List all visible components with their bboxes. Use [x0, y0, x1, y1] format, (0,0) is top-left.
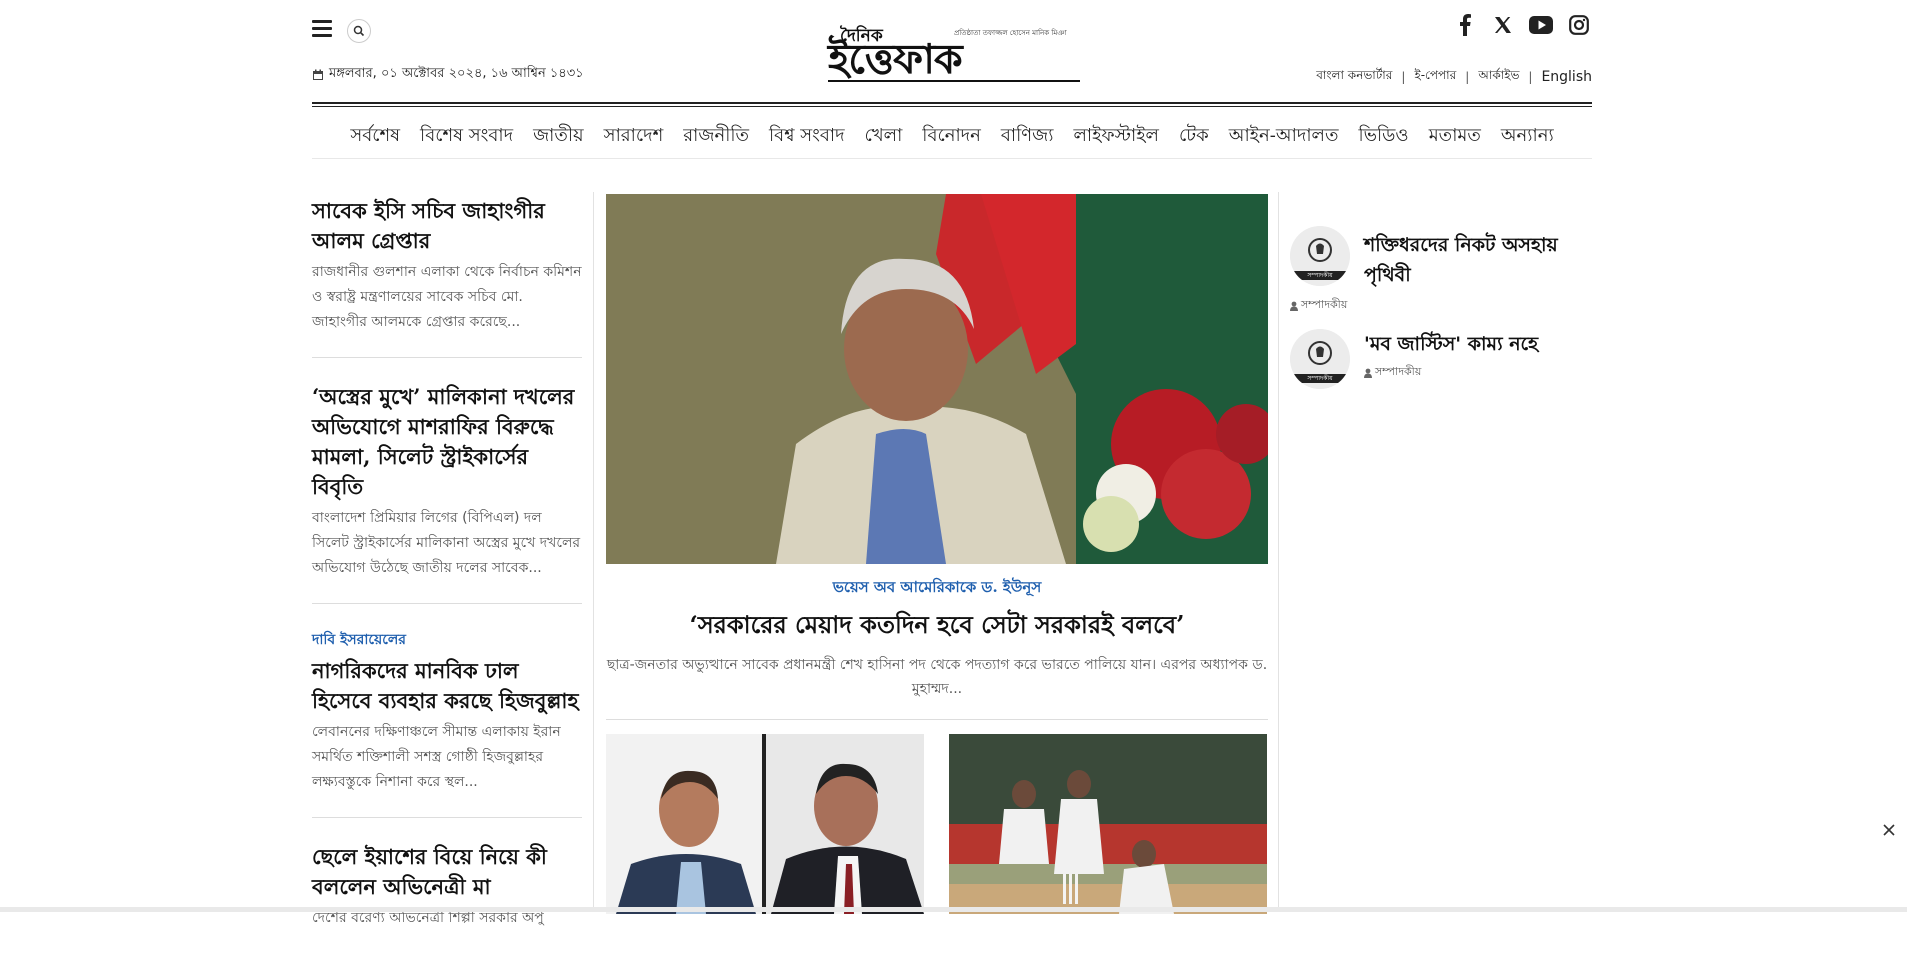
story-title[interactable]: ছেলে ইয়াশের বিয়ে নিয়ে কী বললেন অভিনেত… [312, 842, 582, 902]
opinion-item: সম্পাদকীয় শক্তিধরদের নিকট অসহায় পৃথিবী… [1290, 226, 1592, 315]
story-card: সাবেক ইসি সচিব জাহাংগীর আলম গ্রেপ্তার রা… [312, 196, 582, 358]
instagram-icon[interactable] [1566, 12, 1592, 38]
date-line: মঙ্গলবার, ০১ অক্টোবর ২০২৪, ১৬ আশ্বিন ১৪৩… [312, 64, 584, 85]
epaper-link[interactable]: ই-পেপার [1414, 67, 1456, 87]
divider: | [1465, 70, 1470, 84]
editorial-avatar[interactable]: সম্পাদকীয় [1290, 329, 1350, 389]
story-title[interactable]: সাবেক ইসি সচিব জাহাংগীর আলম গ্রেপ্তার [312, 196, 582, 256]
nav-item[interactable]: লাইফস্টাইল [1073, 121, 1158, 152]
opinion-byline: সম্পাদকীয় [1290, 296, 1592, 315]
story-summary: বাংলাদেশ প্রিমিয়ার লিগের (বিপিএল) দল সি… [312, 510, 581, 576]
menu-icon[interactable] [312, 20, 332, 38]
nav-item[interactable]: খেলা [865, 121, 903, 152]
bottom-ad-bar [0, 907, 1907, 912]
lead-kicker[interactable]: ভয়েস অব আমেরিকাকে ড. ইউনূস [606, 576, 1268, 601]
opinion-byline: সম্পাদকীয় [1364, 363, 1538, 382]
nav-item[interactable]: অন্যান্য [1501, 121, 1554, 152]
x-icon[interactable] [1490, 12, 1516, 38]
story-thumbnail[interactable] [949, 734, 1267, 914]
story-kicker[interactable]: দাবি ইসরায়েলের [312, 628, 582, 652]
column-divider [1278, 192, 1279, 912]
nav-item[interactable]: জাতীয় [533, 121, 584, 152]
story-summary: লেবাননের দক্ষিণাঞ্চলে সীমান্ত এলাকায় ইর… [312, 724, 561, 790]
close-icon[interactable] [1879, 820, 1899, 840]
byline-text: সম্পাদকীয় [1301, 298, 1348, 311]
divider: | [1401, 70, 1406, 84]
search-icon[interactable] [347, 19, 371, 43]
header: মঙ্গলবার, ০১ অক্টোবর ২০২৪, ১৬ আশ্বিন ১৪৩… [312, 0, 1592, 107]
lead-story: ভয়েস অব আমেরিকাকে ড. ইউনূস ‘সরকারের মেয… [606, 194, 1268, 914]
story-title[interactable]: নাগরিকদের মানবিক ঢাল হিসেবে ব্যবহার করছে… [312, 656, 582, 716]
nav-item[interactable]: বিশ্ব সংবাদ [769, 121, 845, 152]
lead-summary: ছাত্র-জনতার অভ্যুত্থানে সাবেক প্রধানমন্ত… [606, 657, 1268, 697]
editorial-badge: সম্পাদকীয় [1290, 271, 1350, 280]
story-thumbnail[interactable] [606, 734, 924, 914]
logo-underline [828, 80, 1080, 82]
logo-main-text: ইত্তেফাক [828, 35, 963, 83]
story-card: ‘অস্ত্রের মুখে’ মালিকানা দখলের অভিযোগে ম… [312, 382, 582, 604]
nav-item[interactable]: টেক [1179, 121, 1209, 152]
lead-photo[interactable] [606, 194, 1268, 564]
nav-item[interactable]: বিনোদন [922, 121, 981, 152]
left-column: সাবেক ইসি সচিব জাহাংগীর আলম গ্রেপ্তার রা… [312, 196, 582, 977]
site-logo[interactable]: দৈনিক প্রতিষ্ঠাতা তফাজ্জল হোসেন মানিক মি… [828, 22, 1080, 82]
top-links: বাংলা কনভার্টার | ই-পেপার | আর্কাইভ | En… [1316, 67, 1592, 87]
column-divider [593, 192, 594, 912]
story-title[interactable]: ‘অস্ত্রের মুখে’ মালিকানা দখলের অভিযোগে ম… [312, 382, 582, 502]
nav-item[interactable]: রাজনীতি [683, 121, 749, 152]
nav-item[interactable]: সারাদেশ [604, 121, 664, 152]
editorial-avatar[interactable]: সম্পাদকীয় [1290, 226, 1350, 286]
nav-item[interactable]: সর্বশেষ [350, 121, 400, 152]
nav-item[interactable]: বিশেষ সংবাদ [420, 121, 513, 152]
header-rule-thin [312, 106, 1592, 107]
opinion-column: সম্পাদকীয় শক্তিধরদের নিকট অসহায় পৃথিবী… [1290, 226, 1592, 389]
lead-title[interactable]: ‘সরকারের মেয়াদ কতদিন হবে সেটা সরকারই বল… [606, 607, 1268, 647]
divider: | [1528, 70, 1533, 84]
opinion-item: সম্পাদকীয় 'মব জাস্টিস' কাম্য নহে সম্পাদ… [1290, 329, 1592, 389]
nav-item[interactable]: ভিডিও [1358, 121, 1408, 152]
opinion-row: সম্পাদকীয় শক্তিধরদের নিকট অসহায় পৃথিবী [1290, 226, 1592, 290]
byline-text: সম্পাদকীয় [1375, 365, 1422, 378]
page-container: মঙ্গলবার, ০১ অক্টোবর ২০২৪, ১৬ আশ্বিন ১৪৩… [312, 0, 1592, 926]
user-icon [1290, 301, 1298, 311]
nav-item[interactable]: বাণিজ্য [1001, 121, 1054, 152]
archive-link[interactable]: আর্কাইভ [1478, 67, 1519, 87]
current-date: মঙ্গলবার, ০১ অক্টোবর ২০২৪, ১৬ আশ্বিন ১৪৩… [329, 66, 584, 81]
bangla-converter-link[interactable]: বাংলা কনভার্টার [1316, 67, 1392, 87]
story-card: ছেলে ইয়াশের বিয়ে নিয়ে কী বললেন অভিনেত… [312, 842, 582, 953]
secondary-stories [606, 734, 1268, 914]
english-link[interactable]: English [1541, 69, 1592, 85]
main-nav: সর্বশেষ বিশেষ সংবাদ জাতীয় সারাদেশ রাজনী… [312, 114, 1592, 159]
editorial-badge: সম্পাদকীয় [1290, 374, 1350, 383]
opinion-title[interactable]: 'মব জাস্টিস' কাম্য নহে [1364, 329, 1538, 359]
nav-item[interactable]: আইন-আদালত [1229, 121, 1339, 152]
user-icon [1364, 368, 1372, 378]
divider [606, 719, 1268, 720]
social-links [1452, 12, 1592, 38]
youtube-icon[interactable] [1528, 12, 1554, 38]
opinion-title[interactable]: শক্তিধরদের নিকট অসহায় পৃথিবী [1364, 230, 1592, 290]
nav-item[interactable]: মতামত [1429, 121, 1481, 152]
calendar-icon [313, 69, 323, 80]
opinion-text: 'মব জাস্টিস' কাম্য নহে সম্পাদকীয় [1364, 329, 1538, 382]
story-summary: রাজধানীর গুলশান এলাকা থেকে নির্বাচন কমিশ… [312, 264, 582, 330]
facebook-icon[interactable] [1452, 12, 1478, 38]
opinion-row: সম্পাদকীয় 'মব জাস্টিস' কাম্য নহে সম্পাদ… [1290, 329, 1592, 389]
header-rule [312, 102, 1592, 104]
story-card: দাবি ইসরায়েলের নাগরিকদের মানবিক ঢাল হিস… [312, 628, 582, 818]
logo-tagline: প্রতিষ্ঠাতা তফাজ্জল হোসেন মানিক মিঞা [954, 29, 1067, 37]
